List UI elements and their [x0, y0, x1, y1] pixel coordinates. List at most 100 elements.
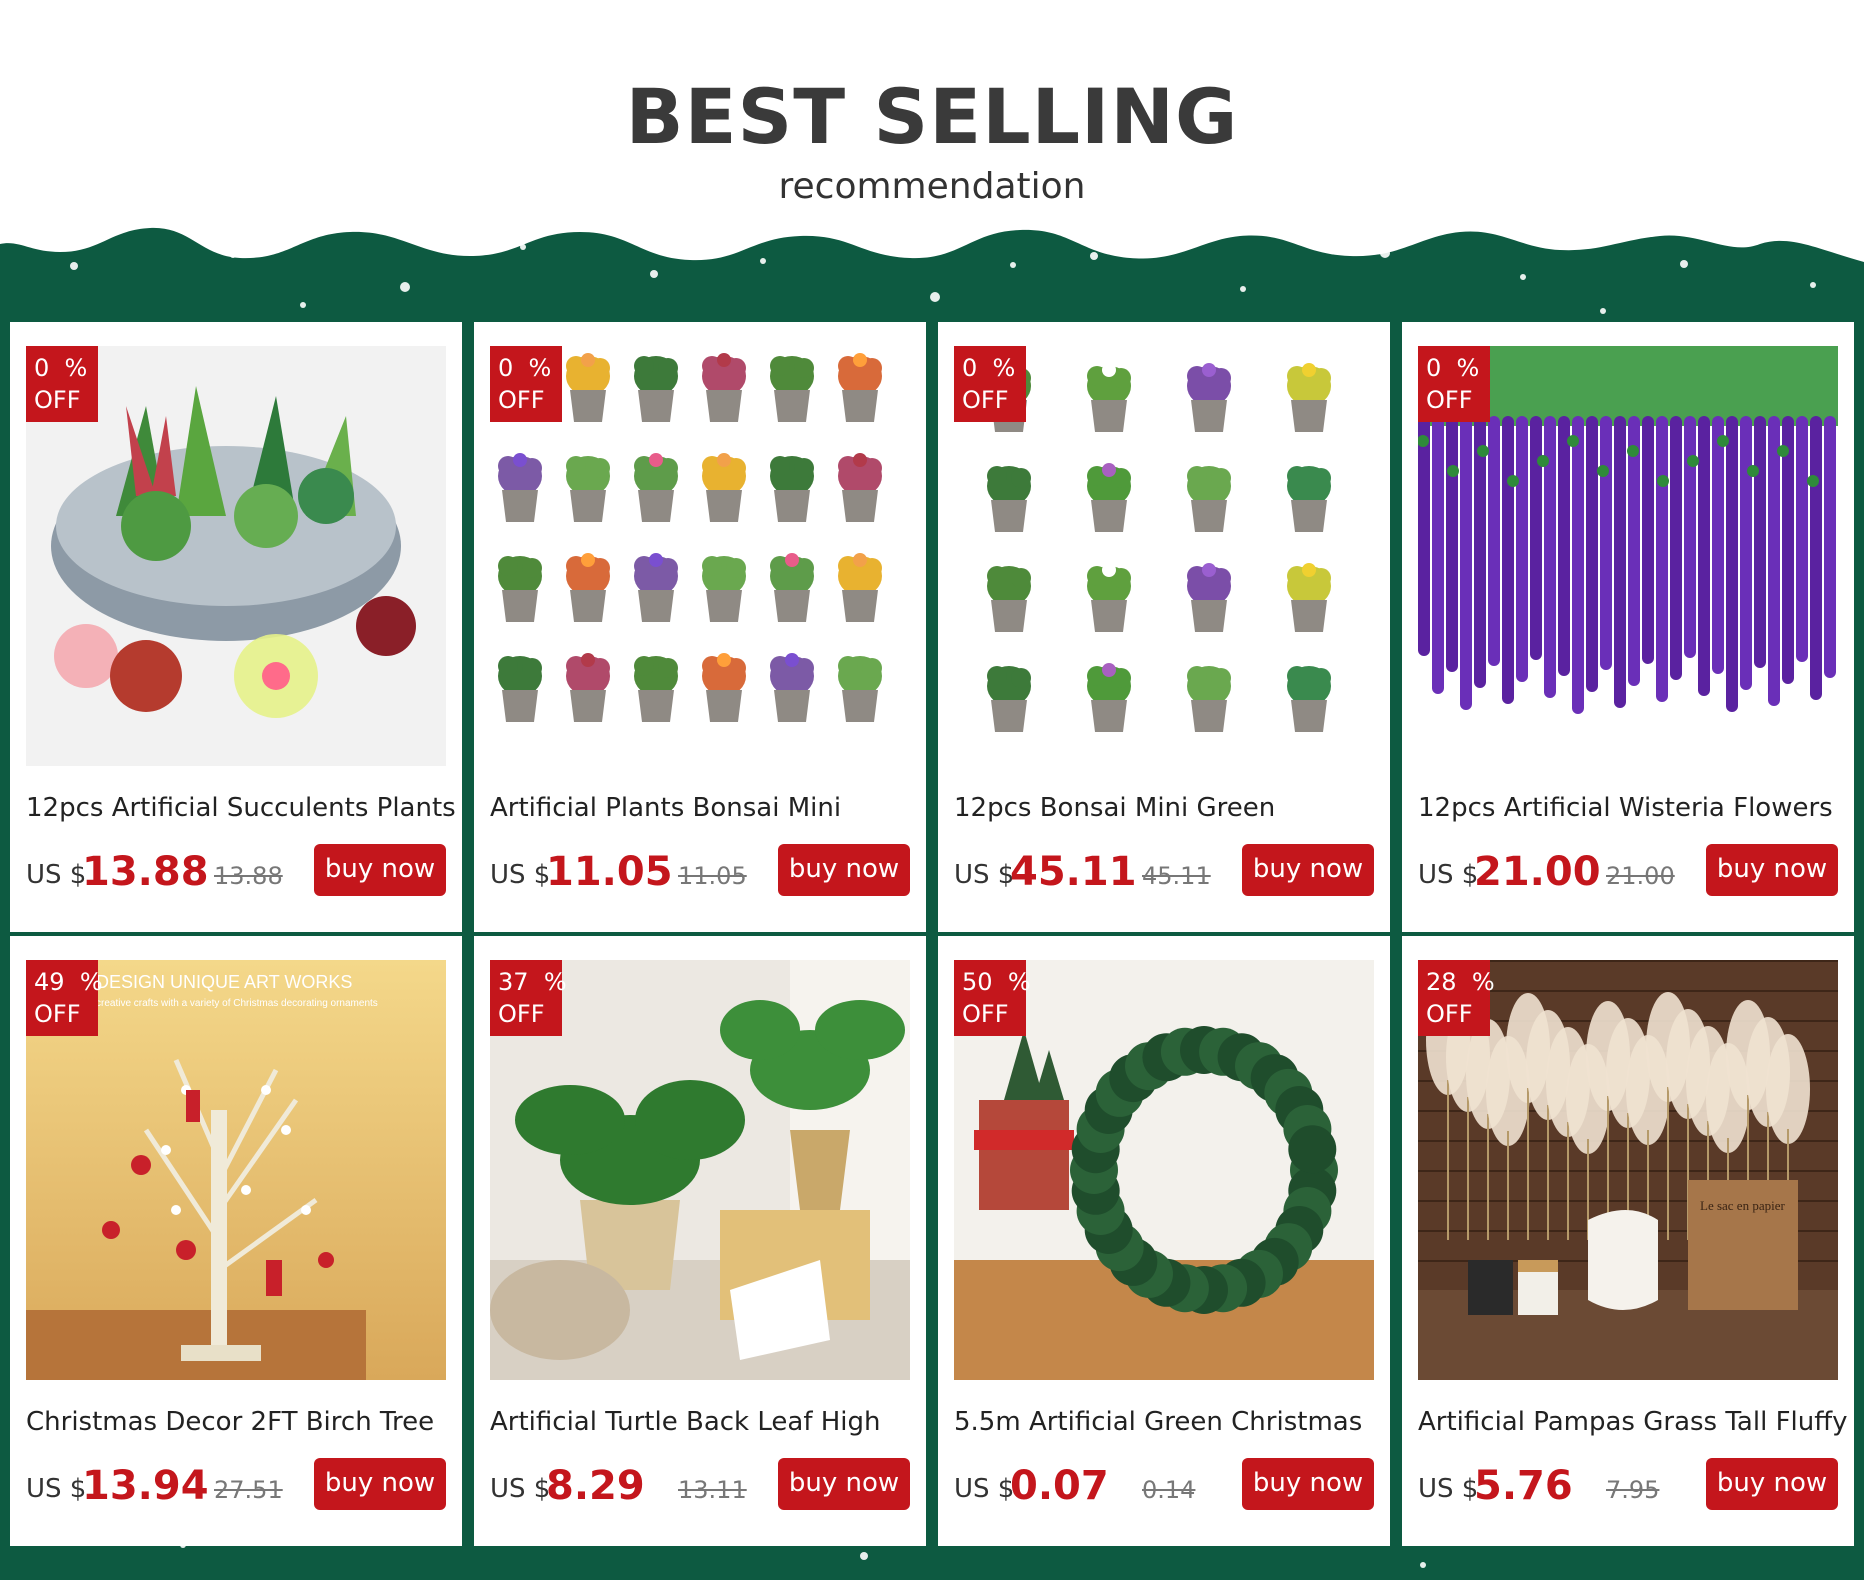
snowflake-dot [860, 1552, 868, 1560]
product-card[interactable]: Le sac en papier 28 % OFF Artificial Pam… [1402, 936, 1854, 1546]
currency-label: US $ [490, 1474, 551, 1504]
original-price: 7.95 [1606, 1476, 1660, 1504]
sale-price: 45.11 [1010, 849, 1137, 895]
discount-percent-sign: % [528, 354, 552, 382]
discount-off-label: OFF [498, 386, 545, 414]
product-title[interactable]: Christmas Decor 2FT Birch Tree [26, 1404, 456, 1440]
product-title[interactable]: Artificial Turtle Back Leaf High [490, 1404, 920, 1440]
price-row: US $ 45.11 45.11 buy now [954, 844, 1374, 900]
section-title: BEST SELLING [625, 72, 1239, 161]
buy-now-button[interactable]: buy now [314, 1458, 446, 1510]
snowflake-dot [930, 292, 940, 302]
discount-percent-sign: % [1456, 354, 1480, 382]
product-image[interactable]: 0 % OFF [1418, 346, 1838, 766]
discount-value: 50 [962, 968, 993, 996]
discount-value: 49 [34, 968, 65, 996]
discount-percent-sign: % [1471, 968, 1495, 996]
price-row: US $ 5.76 7.95 buy now [1418, 1458, 1838, 1514]
discount-off-label: OFF [962, 386, 1009, 414]
section-header: BEST SELLING recommendation [0, 0, 1864, 240]
original-price: 0.14 [1142, 1476, 1196, 1504]
discount-percent-sign: % [79, 968, 103, 996]
discount-badge: 49 % OFF [26, 960, 103, 1036]
discount-badge: 37 % OFF [490, 960, 567, 1036]
snowflake-dot [1600, 308, 1606, 314]
discount-percent-sign: % [1007, 968, 1031, 996]
buy-now-button[interactable]: buy now [1242, 844, 1374, 896]
discount-badge: 50 % OFF [954, 960, 1031, 1036]
product-title[interactable]: 12pcs Artificial Wisteria Flowers [1418, 790, 1848, 826]
product-image[interactable]: 37 % OFF [490, 960, 910, 1380]
discount-value: 37 [498, 968, 529, 996]
currency-label: US $ [1418, 860, 1479, 890]
image-headline: DESIGN UNIQUE ART WORKS [96, 972, 352, 992]
discount-badge: 28 % OFF [1418, 960, 1495, 1036]
product-image[interactable]: 0 % OFF [490, 346, 910, 766]
buy-now-button[interactable]: buy now [1706, 1458, 1838, 1510]
product-card[interactable]: 0 % OFF Artificial Plants Bonsai Mini US… [474, 322, 926, 932]
original-price: 11.05 [678, 862, 747, 890]
price-row: US $ 11.05 11.05 buy now [490, 844, 910, 900]
product-image[interactable]: DESIGN UNIQUE ART WORKS creative crafts … [26, 960, 446, 1380]
sale-price: 5.76 [1474, 1463, 1573, 1509]
price-row: US $ 13.88 13.88 buy now [26, 844, 446, 900]
sale-price: 11.05 [546, 849, 673, 895]
product-card[interactable]: 50 % OFF 5.5m Artificial Green Christmas… [938, 936, 1390, 1546]
product-image[interactable]: 0 % OFF [26, 346, 446, 766]
buy-now-button[interactable]: buy now [1706, 844, 1838, 896]
discount-off-label: OFF [498, 1000, 545, 1028]
product-title[interactable]: Artificial Pampas Grass Tall Fluffy [1418, 1404, 1848, 1440]
discount-value: 28 [1426, 968, 1457, 996]
discount-percent-sign: % [543, 968, 567, 996]
product-grid: 0 % OFF 12pcs Artificial Succulents Plan… [10, 322, 1862, 1550]
discount-off-label: OFF [1426, 386, 1473, 414]
product-card[interactable]: 0 % OFF 12pcs Artificial Wisteria Flower… [1402, 322, 1854, 932]
product-card[interactable]: DESIGN UNIQUE ART WORKS creative crafts … [10, 936, 462, 1546]
discount-off-label: OFF [34, 386, 81, 414]
original-price: 21.00 [1606, 862, 1675, 890]
original-price: 13.88 [214, 862, 283, 890]
sale-price: 21.00 [1474, 849, 1601, 895]
price-row: US $ 0.07 0.14 buy now [954, 1458, 1374, 1514]
snowflake-dot [300, 302, 306, 308]
discount-percent-sign: % [992, 354, 1016, 382]
product-title[interactable]: 5.5m Artificial Green Christmas [954, 1404, 1384, 1440]
price-row: US $ 21.00 21.00 buy now [1418, 844, 1838, 900]
section-subtitle: recommendation [778, 166, 1086, 207]
product-image[interactable]: 50 % OFF [954, 960, 1374, 1380]
buy-now-button[interactable]: buy now [314, 844, 446, 896]
product-title[interactable]: 12pcs Bonsai Mini Green [954, 790, 1384, 826]
discount-off-label: OFF [34, 1000, 81, 1028]
discount-value: 0 [962, 354, 978, 382]
original-price: 45.11 [1142, 862, 1211, 890]
discount-value: 0 [1426, 354, 1442, 382]
snow-wave-border [0, 222, 1864, 262]
discount-badge: 0 % OFF [26, 346, 98, 422]
currency-label: US $ [26, 1474, 87, 1504]
product-title[interactable]: Artificial Plants Bonsai Mini [490, 790, 920, 826]
product-card[interactable]: 0 % OFF 12pcs Artificial Succulents Plan… [10, 322, 462, 932]
price-row: US $ 8.29 13.11 buy now [490, 1458, 910, 1514]
buy-now-button[interactable]: buy now [1242, 1458, 1374, 1510]
product-title[interactable]: 12pcs Artificial Succulents Plants [26, 790, 456, 826]
sale-price: 0.07 [1010, 1463, 1109, 1509]
buy-now-button[interactable]: buy now [778, 1458, 910, 1510]
currency-label: US $ [1418, 1474, 1479, 1504]
product-card[interactable]: 37 % OFF Artificial Turtle Back Leaf Hig… [474, 936, 926, 1546]
price-row: US $ 13.94 27.51 buy now [26, 1458, 446, 1514]
currency-label: US $ [26, 860, 87, 890]
buy-now-button[interactable]: buy now [778, 844, 910, 896]
sale-price: 13.88 [82, 849, 209, 895]
product-image[interactable]: Le sac en papier 28 % OFF [1418, 960, 1838, 1380]
image-caption: creative crafts with a variety of Christ… [96, 998, 378, 1009]
sale-price: 8.29 [546, 1463, 645, 1509]
discount-badge: 0 % OFF [954, 346, 1026, 422]
currency-label: US $ [954, 1474, 1015, 1504]
original-price: 13.11 [678, 1476, 747, 1504]
snowflake-dot [1420, 1562, 1426, 1568]
discount-percent-sign: % [64, 354, 88, 382]
discount-off-label: OFF [962, 1000, 1009, 1028]
product-card[interactable]: 0 % OFF 12pcs Bonsai Mini Green US $ 45.… [938, 322, 1390, 932]
product-image[interactable]: 0 % OFF [954, 346, 1374, 766]
discount-value: 0 [34, 354, 50, 382]
